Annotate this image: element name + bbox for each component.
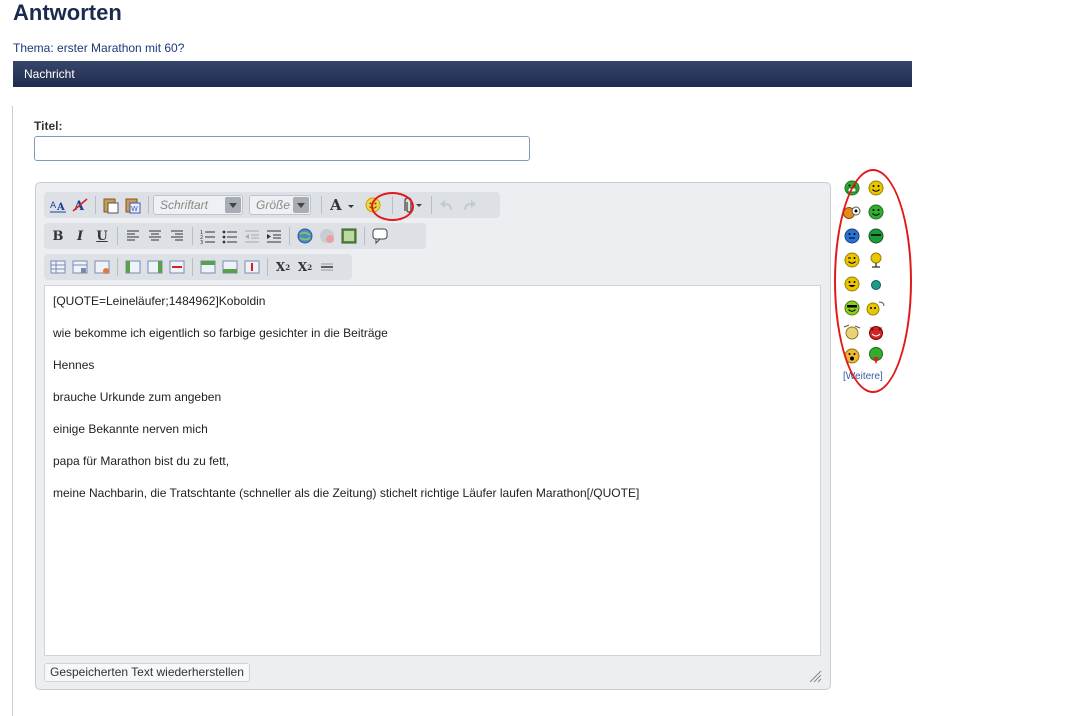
table-icon[interactable]: [47, 256, 69, 278]
font-family-placeholder: Schriftart: [160, 198, 209, 212]
table-delete-icon[interactable]: [91, 256, 113, 278]
table-props-icon[interactable]: [69, 256, 91, 278]
restore-text-button[interactable]: Gespeicherten Text wiederherstellen: [44, 663, 250, 682]
editor-line: Hennes: [53, 358, 95, 372]
smilie-panel: [840, 180, 888, 364]
editor-line: wie bekomme ich eigentlich so farbige ge…: [53, 326, 388, 340]
more-smilies-link[interactable]: [Weitere]: [843, 371, 883, 382]
align-left-icon[interactable]: [122, 225, 144, 247]
toolbar-separator: [289, 227, 290, 245]
font-size-placeholder: Größe: [256, 198, 291, 212]
editor-line: papa für Marathon bist du zu fett,: [53, 454, 230, 468]
font-size-select[interactable]: Größe: [249, 195, 311, 215]
editor-line: [QUOTE=Leineläufer;1484962]Koboldin: [53, 294, 266, 308]
svg-text:A: A: [329, 197, 342, 213]
text-color-icon[interactable]: A: [326, 194, 358, 216]
quote-icon[interactable]: [369, 225, 391, 247]
attachment-icon[interactable]: [397, 194, 427, 216]
toolbar-separator: [321, 196, 322, 214]
toolbar-separator: [267, 258, 268, 276]
horizontal-rule-icon[interactable]: [316, 256, 338, 278]
paste-icon[interactable]: [100, 194, 122, 216]
subscript-icon[interactable]: X2: [272, 256, 294, 278]
indent-icon[interactable]: [263, 225, 285, 247]
svg-text:A: A: [50, 201, 57, 211]
editor-line: brauche Urkunde zum angeben: [53, 390, 222, 404]
align-right-icon[interactable]: [166, 225, 188, 247]
dance-smilie-icon[interactable]: [864, 252, 888, 268]
smilie-icon[interactable]: [362, 194, 384, 216]
toolbar-separator: [431, 196, 432, 214]
toolbar-separator: [95, 196, 96, 214]
italic-icon[interactable]: I: [69, 225, 91, 247]
sleep-smilie-icon[interactable]: [840, 324, 864, 340]
svg-text:3: 3: [200, 240, 203, 244]
col-delete-icon[interactable]: [166, 256, 188, 278]
ordered-list-icon[interactable]: 123: [197, 225, 219, 247]
editor-line: einige Bekannte nerven mich: [53, 422, 208, 436]
happy-green-smilie-icon[interactable]: [864, 204, 888, 220]
align-center-icon[interactable]: [144, 225, 166, 247]
laugh-smilie-icon[interactable]: [840, 276, 864, 292]
form-border: [12, 106, 13, 716]
remove-format-icon[interactable]: AA: [47, 194, 69, 216]
editor-line: meine Nachbarin, die Tratschtante (schne…: [53, 486, 640, 500]
thumbs-smilie-icon[interactable]: [864, 300, 888, 316]
cool-smilie-icon[interactable]: [840, 300, 864, 316]
font-color-icon[interactable]: A: [69, 194, 91, 216]
image-icon[interactable]: [338, 225, 360, 247]
small-green-smilie-icon[interactable]: [864, 276, 888, 292]
toolbar-separator: [392, 196, 393, 214]
row-delete-icon[interactable]: [241, 256, 263, 278]
title-input[interactable]: [34, 136, 530, 161]
green-smilie-icon[interactable]: [864, 228, 888, 244]
col-after-icon[interactable]: [144, 256, 166, 278]
section-bar: Nachricht: [13, 61, 912, 87]
confused-smilie-icon[interactable]: [840, 204, 864, 220]
font-family-select[interactable]: Schriftart: [153, 195, 243, 215]
underline-icon[interactable]: U: [91, 225, 113, 247]
grin-smilie-icon[interactable]: [840, 180, 864, 196]
undo-icon[interactable]: [436, 194, 458, 216]
resize-grip-icon[interactable]: [808, 668, 822, 687]
section-bar-label: Nachricht: [24, 67, 75, 81]
title-label: Titel:: [34, 119, 63, 133]
svg-text:A: A: [56, 202, 65, 213]
unordered-list-icon[interactable]: [219, 225, 241, 247]
bold-icon[interactable]: B: [47, 225, 69, 247]
wink-smilie-icon[interactable]: [840, 252, 864, 268]
toolbar-separator: [148, 196, 149, 214]
chevron-down-icon: [293, 197, 309, 213]
toolbar-separator: [192, 227, 193, 245]
superscript-icon[interactable]: X2: [294, 256, 316, 278]
svg-text:W: W: [131, 205, 138, 213]
outdent-icon[interactable]: [241, 225, 263, 247]
page-title: Antworten: [13, 0, 122, 25]
surprised-smilie-icon[interactable]: [840, 348, 864, 364]
row-before-icon[interactable]: [197, 256, 219, 278]
blue-smilie-icon[interactable]: [840, 228, 864, 244]
chevron-down-icon: [225, 197, 241, 213]
thread-title: Thema: erster Marathon mit 60?: [13, 41, 185, 55]
redo-icon[interactable]: [458, 194, 480, 216]
row-after-icon[interactable]: [219, 256, 241, 278]
paste-word-icon[interactable]: W: [122, 194, 144, 216]
toolbar-separator: [117, 227, 118, 245]
toolbar-row-3: X2 X2: [44, 254, 352, 280]
unlink-icon[interactable]: [316, 225, 338, 247]
sick-smilie-icon[interactable]: [864, 347, 888, 364]
toolbar-separator: [117, 258, 118, 276]
col-before-icon[interactable]: [122, 256, 144, 278]
devil-smilie-icon[interactable]: [864, 324, 888, 340]
smile-smilie-icon[interactable]: [864, 180, 888, 196]
toolbar-row-1: AA A W Schriftart Größe A: [44, 192, 500, 218]
toolbar-row-2: B I U 123: [44, 223, 426, 249]
editor-textarea[interactable]: [QUOTE=Leineläufer;1484962]Koboldin wie …: [44, 285, 821, 656]
toolbar-separator: [192, 258, 193, 276]
toolbar-separator: [364, 227, 365, 245]
link-icon[interactable]: [294, 225, 316, 247]
